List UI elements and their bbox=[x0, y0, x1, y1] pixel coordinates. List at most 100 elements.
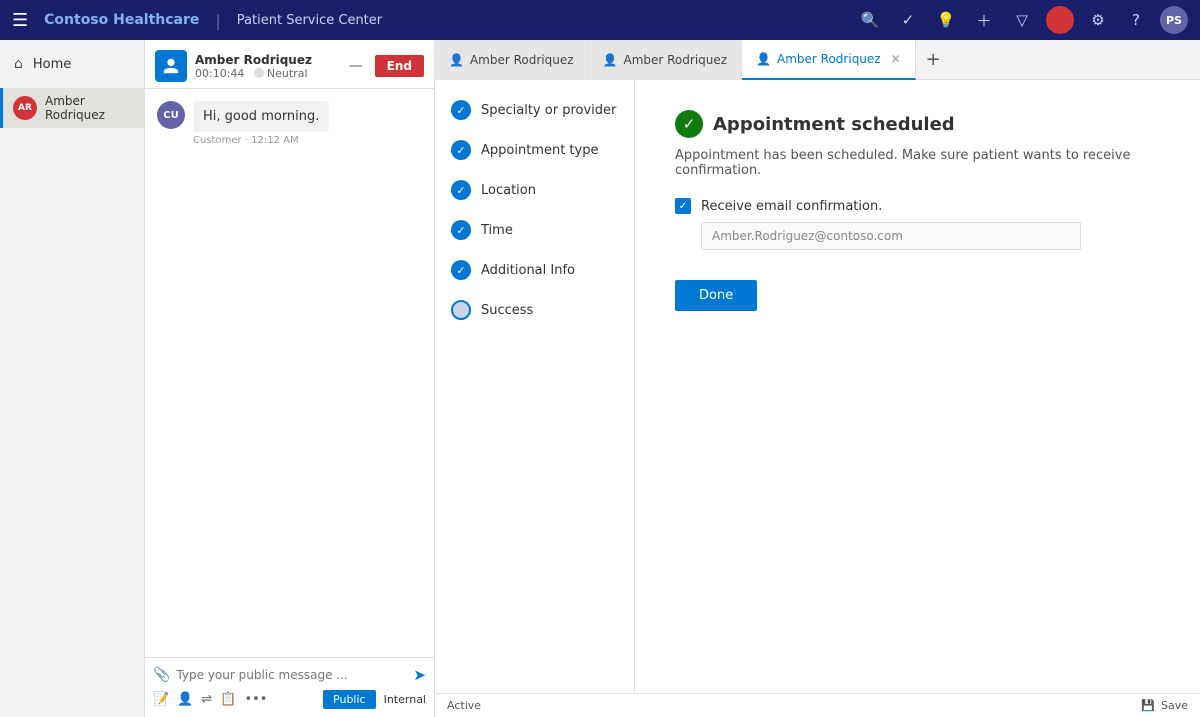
checkmark-icon: ✓ bbox=[679, 201, 687, 212]
chat-toolbar-more-button[interactable]: ••• bbox=[244, 692, 267, 707]
active-user-avatar: AR bbox=[13, 96, 37, 120]
chat-toolbar-notes-button[interactable]: 📝 bbox=[153, 692, 169, 707]
tab-close-button[interactable]: ✕ bbox=[891, 52, 901, 66]
sidebar-nav: ⌂ Home bbox=[0, 40, 144, 88]
sidebar-item-home-label: Home bbox=[33, 57, 71, 72]
tabs-bar: 👤 Amber Rodriquez 👤 Amber Rodriquez 👤 Am… bbox=[435, 40, 1200, 80]
message-text: Hi, good morning. bbox=[193, 101, 329, 132]
sidebar-active-user[interactable]: AR Amber Rodriquez bbox=[0, 88, 144, 128]
minimize-button[interactable]: — bbox=[349, 58, 363, 74]
filter-icon[interactable]: ▽ bbox=[1008, 6, 1036, 34]
step-time-label: Time bbox=[481, 223, 513, 238]
main-layout: ⌂ Home AR Amber Rodriquez Amber Rodrique… bbox=[0, 40, 1200, 717]
customer-avatar: CU bbox=[157, 101, 185, 129]
chat-toolbar-transfer-button[interactable]: ⇌ bbox=[201, 692, 212, 707]
email-confirmation-row: ✓ Receive email confirmation. bbox=[675, 198, 1160, 214]
chat-user-name: Amber Rodriquez bbox=[195, 53, 341, 67]
wizard-step-additional-info[interactable]: ✓ Additional Info bbox=[451, 260, 618, 280]
check-icon[interactable]: ✓ bbox=[894, 6, 922, 34]
step-additional-info-label: Additional Info bbox=[481, 263, 575, 278]
public-button[interactable]: Public bbox=[323, 690, 376, 709]
tab-label-3: Amber Rodriquez bbox=[777, 52, 881, 66]
search-icon[interactable]: 🔍 bbox=[856, 6, 884, 34]
wizard-step-success[interactable]: Success bbox=[451, 300, 618, 320]
done-button[interactable]: Done bbox=[675, 280, 757, 311]
content-panels: ✓ Specialty or provider ✓ Appointment ty… bbox=[435, 80, 1200, 693]
sidebar-item-home[interactable]: ⌂ Home bbox=[0, 48, 144, 80]
user-avatar[interactable]: PS bbox=[1160, 6, 1188, 34]
sentiment-label: Neutral bbox=[267, 67, 308, 80]
top-nav-bar: ☰ Contoso Healthcare | Patient Service C… bbox=[0, 0, 1200, 40]
main-content: 👤 Amber Rodriquez 👤 Amber Rodriquez 👤 Am… bbox=[435, 40, 1200, 717]
step-location-label: Location bbox=[481, 183, 536, 198]
message-content: Hi, good morning. Customer · 12:12 AM bbox=[193, 101, 329, 146]
wizard-step-time[interactable]: ✓ Time bbox=[451, 220, 618, 240]
wizard-step-location[interactable]: ✓ Location bbox=[451, 180, 618, 200]
chat-avatar bbox=[155, 50, 187, 82]
save-label[interactable]: Save bbox=[1161, 699, 1188, 712]
chat-input-area: 📎 ➤ 📝 👤 ⇌ 📋 ••• Public Internal bbox=[145, 657, 434, 717]
tab-amber-3[interactable]: 👤 Amber Rodriquez ✕ bbox=[742, 40, 916, 80]
help-icon[interactable]: ? bbox=[1122, 6, 1150, 34]
chat-toolbar-consult-button[interactable]: 📋 bbox=[220, 692, 236, 707]
message-item: CU Hi, good morning. Customer · 12:12 AM bbox=[157, 101, 422, 146]
step-specialty-label: Specialty or provider bbox=[481, 103, 616, 118]
tab-person-icon-1: 👤 bbox=[449, 53, 464, 67]
step-time-icon: ✓ bbox=[451, 220, 471, 240]
wizard-step-specialty[interactable]: ✓ Specialty or provider bbox=[451, 100, 618, 120]
step-success-icon bbox=[451, 300, 471, 320]
tab-amber-2[interactable]: 👤 Amber Rodriquez bbox=[589, 40, 743, 80]
email-input[interactable] bbox=[701, 222, 1081, 250]
home-icon: ⌂ bbox=[14, 56, 23, 72]
chat-input[interactable] bbox=[176, 668, 407, 682]
sub-brand-name: Patient Service Center bbox=[237, 13, 382, 28]
add-icon[interactable]: ＋ bbox=[970, 6, 998, 34]
end-call-button[interactable]: End bbox=[375, 55, 424, 77]
brand-name: Contoso Healthcare bbox=[44, 12, 199, 28]
step-location-icon: ✓ bbox=[451, 180, 471, 200]
chat-panel: Amber Rodriquez 00:10:44 Neutral — End C… bbox=[145, 40, 435, 717]
message-meta: Customer · 12:12 AM bbox=[193, 135, 329, 146]
email-confirmation-checkbox[interactable]: ✓ bbox=[675, 198, 691, 214]
chat-user-info: Amber Rodriquez 00:10:44 Neutral bbox=[195, 53, 341, 80]
person-icon bbox=[162, 57, 180, 75]
status-label: Active bbox=[447, 699, 481, 712]
status-bar-right: 💾 Save bbox=[1141, 699, 1188, 712]
chat-messages: CU Hi, good morning. Customer · 12:12 AM bbox=[145, 89, 434, 657]
notification-badge[interactable] bbox=[1046, 6, 1074, 34]
email-confirmation-label: Receive email confirmation. bbox=[701, 199, 882, 214]
settings-icon[interactable]: ⚙ bbox=[1084, 6, 1112, 34]
tab-label-1: Amber Rodriquez bbox=[470, 53, 574, 67]
chat-toolbar: 📝 👤 ⇌ 📋 ••• Public Internal bbox=[153, 690, 426, 709]
wizard-step-appt-type[interactable]: ✓ Appointment type bbox=[451, 140, 618, 160]
chat-header: Amber Rodriquez 00:10:44 Neutral — End bbox=[145, 40, 434, 89]
send-button[interactable]: ➤ bbox=[413, 666, 426, 684]
step-success-label: Success bbox=[481, 303, 533, 318]
hamburger-menu[interactable]: ☰ bbox=[12, 10, 28, 31]
chat-sentiment: 00:10:44 Neutral bbox=[195, 67, 341, 80]
appt-description: Appointment has been scheduled. Make sur… bbox=[675, 148, 1160, 178]
tab-person-icon-3: 👤 bbox=[756, 52, 771, 66]
chat-input-row: 📎 ➤ bbox=[153, 666, 426, 684]
tab-add-button[interactable]: + bbox=[916, 49, 951, 70]
step-additional-info-icon: ✓ bbox=[451, 260, 471, 280]
appt-title-row: ✓ Appointment scheduled bbox=[675, 110, 1160, 138]
active-user-name: Amber Rodriquez bbox=[45, 94, 134, 122]
internal-button[interactable]: Internal bbox=[384, 693, 426, 706]
chat-toolbar-user-button[interactable]: 👤 bbox=[177, 692, 193, 707]
nav-divider: | bbox=[215, 11, 220, 30]
step-appt-type-icon: ✓ bbox=[451, 140, 471, 160]
appt-title: Appointment scheduled bbox=[713, 114, 955, 135]
tab-amber-1[interactable]: 👤 Amber Rodriquez bbox=[435, 40, 589, 80]
tab-person-icon-2: 👤 bbox=[603, 53, 618, 67]
step-appt-type-label: Appointment type bbox=[481, 143, 598, 158]
success-checkmark-icon: ✓ bbox=[675, 110, 703, 138]
wizard-panel: ✓ Specialty or provider ✓ Appointment ty… bbox=[435, 80, 635, 693]
status-bar: Active 💾 Save bbox=[435, 693, 1200, 717]
attach-button[interactable]: 📎 bbox=[153, 667, 170, 683]
appointment-panel: ✓ Appointment scheduled Appointment has … bbox=[635, 80, 1200, 693]
lightbulb-icon[interactable]: 💡 bbox=[932, 6, 960, 34]
save-icon: 💾 bbox=[1141, 699, 1155, 712]
tab-label-2: Amber Rodriquez bbox=[623, 53, 727, 67]
step-specialty-icon: ✓ bbox=[451, 100, 471, 120]
